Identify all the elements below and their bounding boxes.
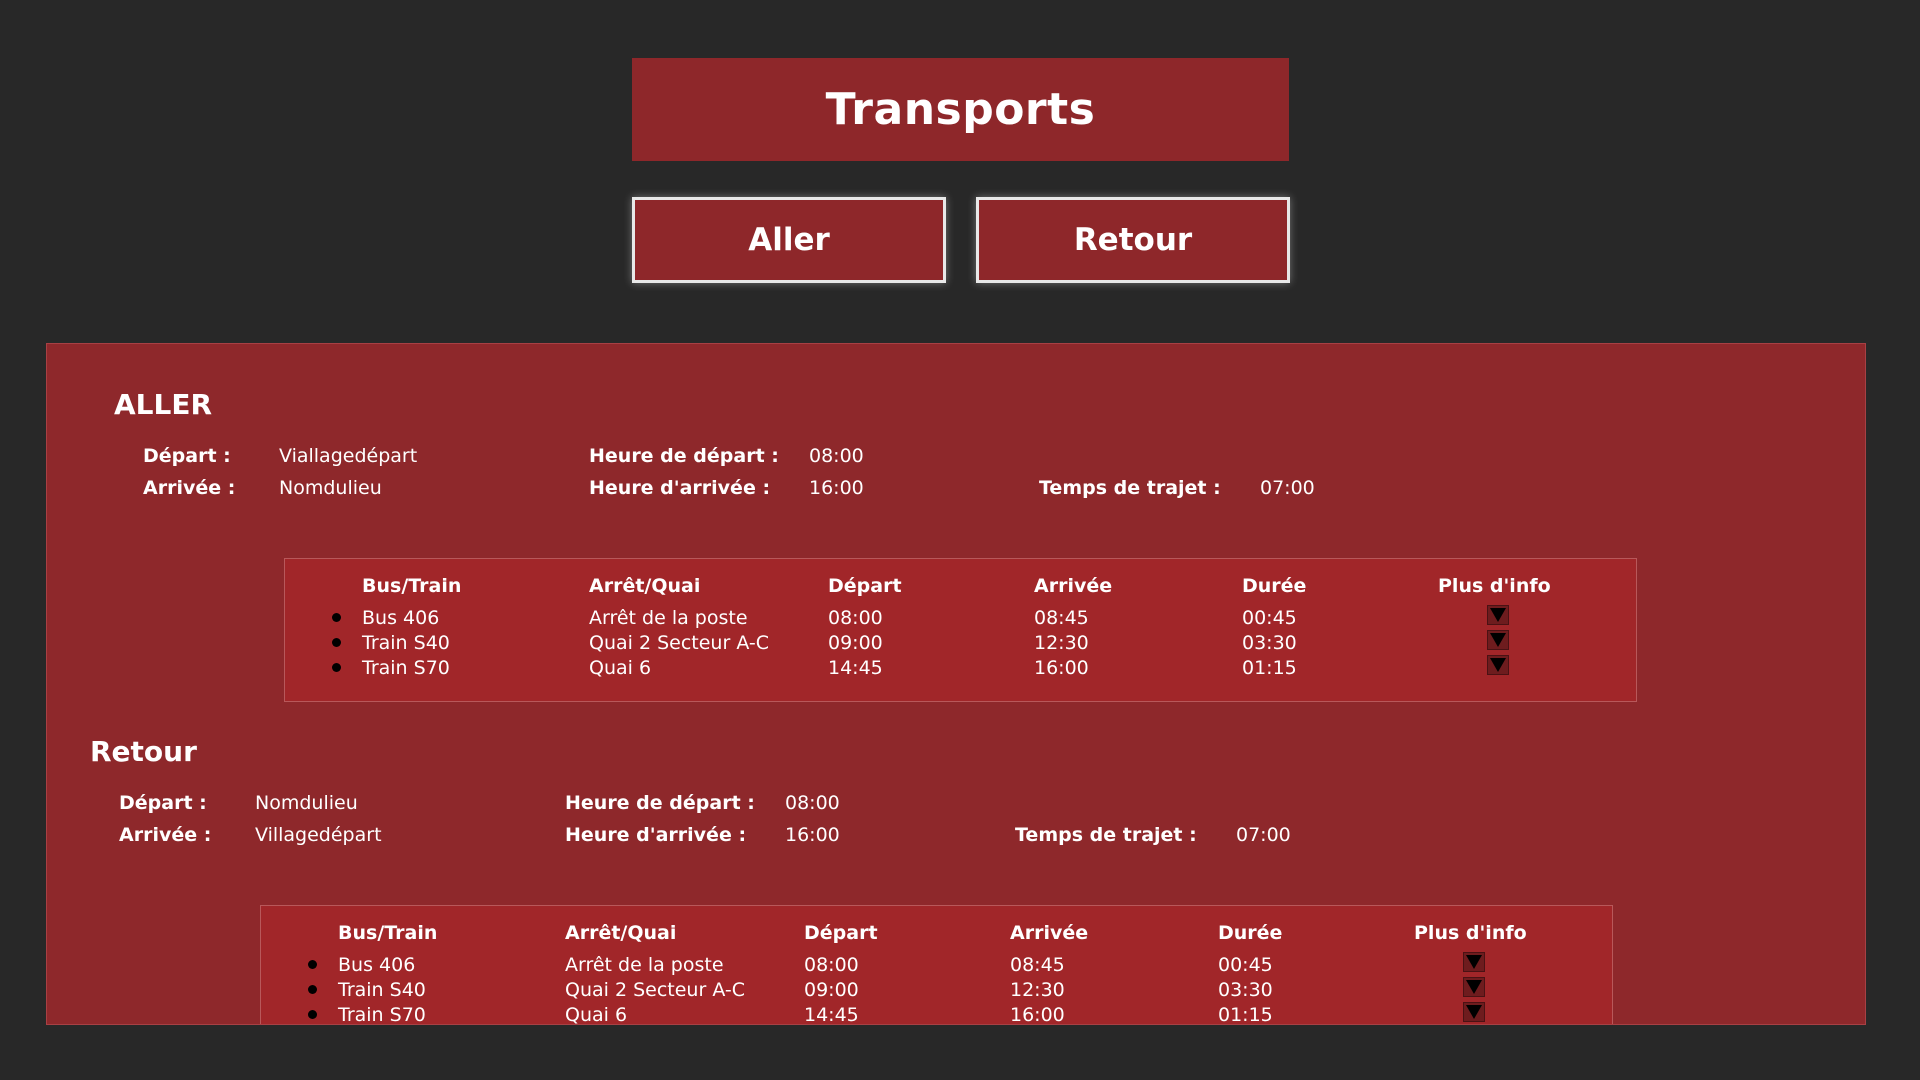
caret-down-icon[interactable] bbox=[1463, 1002, 1485, 1022]
cell-bus-train: Train S40 bbox=[338, 979, 426, 1001]
cell-duree: 00:45 bbox=[1218, 954, 1273, 976]
cell-duree: 03:30 bbox=[1242, 632, 1297, 654]
bullet-icon bbox=[332, 663, 341, 672]
caret-down-icon[interactable] bbox=[1487, 655, 1509, 675]
col-header-plus-info: Plus d'info bbox=[1438, 575, 1551, 597]
retour-temps-value: 07:00 bbox=[1236, 824, 1291, 846]
bullet-icon bbox=[308, 985, 317, 994]
itinerary-panel: ALLER Départ : Viallagedépart Arrivée : … bbox=[46, 343, 1866, 1025]
aller-arrivee-label: Arrivée : bbox=[143, 477, 236, 499]
aller-heure-depart-label: Heure de départ : bbox=[589, 445, 779, 467]
aller-depart-value: Viallagedépart bbox=[279, 445, 418, 467]
aller-heure-arrivee-label: Heure d'arrivée : bbox=[589, 477, 771, 499]
col-header-plus-info: Plus d'info bbox=[1414, 922, 1527, 944]
bullet-icon bbox=[332, 613, 341, 622]
col-header-arret-quai: Arrêt/Quai bbox=[589, 575, 701, 597]
bullet-icon bbox=[332, 638, 341, 647]
col-header-arret-quai: Arrêt/Quai bbox=[565, 922, 677, 944]
cell-duree: 00:45 bbox=[1242, 607, 1297, 629]
col-header-duree: Durée bbox=[1242, 575, 1307, 597]
bullet-icon bbox=[308, 1010, 317, 1019]
aller-temps-value: 07:00 bbox=[1260, 477, 1315, 499]
retour-heure-arrivee-value: 16:00 bbox=[785, 824, 840, 846]
cell-arret-quai: Quai 6 bbox=[589, 657, 652, 679]
retour-button[interactable]: Retour bbox=[976, 197, 1290, 283]
caret-down-icon[interactable] bbox=[1463, 977, 1485, 997]
cell-arrivee: 08:45 bbox=[1010, 954, 1065, 976]
aller-section-title: ALLER bbox=[114, 388, 213, 421]
cell-arrivee: 16:00 bbox=[1010, 1004, 1065, 1025]
cell-bus-train: Bus 406 bbox=[338, 954, 416, 976]
aller-trip-table: Bus/Train Arrêt/Quai Départ Arrivée Duré… bbox=[284, 558, 1637, 702]
col-header-bus-train: Bus/Train bbox=[338, 922, 438, 944]
retour-heure-depart-label: Heure de départ : bbox=[565, 792, 755, 814]
cell-depart: 14:45 bbox=[804, 1004, 859, 1025]
caret-down-icon[interactable] bbox=[1487, 630, 1509, 650]
cell-bus-train: Train S40 bbox=[362, 632, 450, 654]
bullet-icon bbox=[308, 960, 317, 969]
col-header-depart: Départ bbox=[804, 922, 878, 944]
cell-duree: 01:15 bbox=[1242, 657, 1297, 679]
retour-heure-depart-value: 08:00 bbox=[785, 792, 840, 814]
col-header-depart: Départ bbox=[828, 575, 902, 597]
col-header-bus-train: Bus/Train bbox=[362, 575, 462, 597]
cell-arret-quai: Quai 2 Secteur A-C bbox=[589, 632, 770, 654]
cell-arret-quai: Quai 2 Secteur A-C bbox=[565, 979, 746, 1001]
aller-temps-label: Temps de trajet : bbox=[1039, 477, 1221, 499]
cell-arrivee: 12:30 bbox=[1034, 632, 1089, 654]
cell-bus-train: Train S70 bbox=[338, 1004, 426, 1025]
cell-depart: 08:00 bbox=[804, 954, 859, 976]
caret-down-icon[interactable] bbox=[1487, 605, 1509, 625]
cell-bus-train: Bus 406 bbox=[362, 607, 440, 629]
col-header-arrivee: Arrivée bbox=[1034, 575, 1113, 597]
cell-depart: 14:45 bbox=[828, 657, 883, 679]
caret-down-icon[interactable] bbox=[1463, 952, 1485, 972]
cell-arret-quai: Arrêt de la poste bbox=[589, 607, 748, 629]
retour-arrivee-value: Villagedépart bbox=[255, 824, 382, 846]
col-header-duree: Durée bbox=[1218, 922, 1283, 944]
retour-section-title: Retour bbox=[90, 735, 197, 768]
aller-depart-label: Départ : bbox=[143, 445, 231, 467]
col-header-arrivee: Arrivée bbox=[1010, 922, 1089, 944]
retour-heure-arrivee-label: Heure d'arrivée : bbox=[565, 824, 747, 846]
cell-arret-quai: Arrêt de la poste bbox=[565, 954, 724, 976]
retour-trip-table: Bus/Train Arrêt/Quai Départ Arrivée Duré… bbox=[260, 905, 1613, 1025]
cell-bus-train: Train S70 bbox=[362, 657, 450, 679]
cell-depart: 09:00 bbox=[804, 979, 859, 1001]
retour-depart-label: Départ : bbox=[119, 792, 207, 814]
cell-arret-quai: Quai 6 bbox=[565, 1004, 628, 1025]
page-title: Transports bbox=[632, 58, 1289, 161]
aller-button[interactable]: Aller bbox=[632, 197, 946, 283]
cell-duree: 03:30 bbox=[1218, 979, 1273, 1001]
retour-depart-value: Nomdulieu bbox=[255, 792, 358, 814]
cell-arrivee: 16:00 bbox=[1034, 657, 1089, 679]
aller-arrivee-value: Nomdulieu bbox=[279, 477, 382, 499]
retour-arrivee-label: Arrivée : bbox=[119, 824, 212, 846]
aller-heure-depart-value: 08:00 bbox=[809, 445, 864, 467]
cell-arrivee: 08:45 bbox=[1034, 607, 1089, 629]
retour-temps-label: Temps de trajet : bbox=[1015, 824, 1197, 846]
cell-depart: 09:00 bbox=[828, 632, 883, 654]
cell-arrivee: 12:30 bbox=[1010, 979, 1065, 1001]
cell-duree: 01:15 bbox=[1218, 1004, 1273, 1025]
cell-depart: 08:00 bbox=[828, 607, 883, 629]
aller-heure-arrivee-value: 16:00 bbox=[809, 477, 864, 499]
